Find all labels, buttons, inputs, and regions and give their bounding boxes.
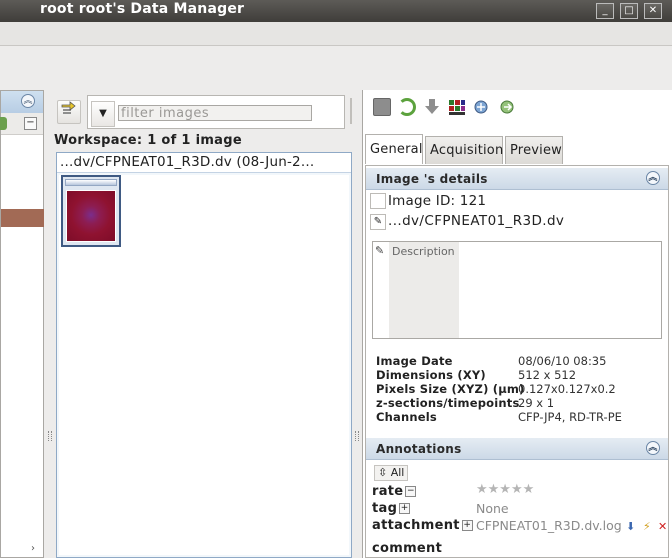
add-tag-icon[interactable]: +	[399, 503, 411, 514]
rate-label: rate	[372, 484, 404, 499]
edit-description-icon[interactable]: ✎	[375, 244, 384, 257]
tab-preview[interactable]: Preview	[505, 136, 563, 164]
sort-icon: ⇳	[378, 466, 388, 479]
metadata-row: Image Date 08/06/10 08:35	[376, 354, 607, 368]
tag-label: tag	[372, 501, 398, 516]
image-metadata-panel: General Acquisition Preview Image 's det…	[362, 90, 672, 558]
left-browser-panel: ︽ − ›	[0, 90, 44, 558]
thumbnail-titlebar	[65, 179, 117, 186]
left-panel-toolbar: −	[0, 113, 43, 135]
all-label: All	[390, 466, 405, 479]
collapse-icon[interactable]: ︽	[21, 94, 35, 108]
close-button[interactable]: ✕	[644, 3, 662, 19]
window-title: root root's Data Manager	[40, 1, 245, 17]
refresh-icon[interactable]	[398, 98, 416, 116]
attachment-file-link[interactable]: CFPNEAT01_R3D.dv.log	[476, 518, 622, 533]
comment-row: comment	[372, 541, 442, 556]
scroll-right-icon[interactable]: ›	[31, 543, 35, 554]
attachment-label: attachment	[372, 518, 460, 533]
metadata-row: Dimensions (XY) 512 x 512	[376, 368, 577, 382]
attachment-row: attachment +	[372, 518, 473, 533]
top-toolbar	[0, 22, 672, 46]
description-label: Description	[389, 242, 459, 338]
splitter-handle[interactable]	[355, 431, 359, 441]
image-thumbnail[interactable]	[61, 175, 121, 247]
analyse-icon[interactable]	[473, 98, 491, 116]
rating-stars[interactable]: ★★★★★	[476, 482, 534, 497]
show-all-button[interactable]: ⇳ All	[374, 465, 409, 481]
publish-icon[interactable]	[498, 98, 516, 116]
file-header: ...dv/CFPNEAT01_R3D.dv (08-Jun-2...	[57, 153, 351, 173]
save-icon[interactable]	[373, 98, 391, 116]
arrow-right-icon	[61, 101, 76, 114]
collapse-all-icon[interactable]: −	[24, 117, 37, 130]
general-tab-body: Image 's details ︽ Image ID: 121 ✎ ...dv…	[365, 165, 669, 558]
download-icon[interactable]	[423, 98, 441, 116]
channel-grid-icon[interactable]	[448, 98, 466, 116]
selected-tree-node[interactable]	[1, 209, 44, 227]
collapse-icon[interactable]: ︽	[646, 441, 660, 455]
remove-rating-icon[interactable]: −	[405, 486, 417, 497]
metadata-row: Pixels Size (XYZ) (µm) 0.127x0.127x0.2	[376, 382, 616, 396]
image-name: ...dv/CFPNEAT01_R3D.dv	[388, 213, 565, 229]
annotations-header[interactable]: Annotations ︽	[366, 438, 668, 460]
edit-name-icon[interactable]: ✎	[370, 214, 386, 230]
filter-dropdown[interactable]: ▼	[91, 101, 115, 127]
comment-label: comment	[372, 541, 443, 556]
toolbar-separator	[350, 98, 353, 124]
metadata-table: Image Date 08/06/10 08:35 Dimensions (XY)…	[376, 354, 666, 424]
refresh-icon[interactable]	[0, 117, 7, 130]
rate-row: rate −	[372, 484, 417, 499]
open-attachment-icon[interactable]: ⚡	[643, 520, 651, 533]
collapse-icon[interactable]: ︽	[646, 171, 660, 185]
maximize-button[interactable]: □	[620, 3, 638, 19]
workspace-label: Workspace: 1 of 1 image	[54, 133, 242, 148]
tab-acquisition[interactable]: Acquisition	[425, 136, 503, 164]
description-box[interactable]: ✎ Description	[372, 241, 662, 339]
image-details-header[interactable]: Image 's details ︽	[366, 168, 668, 190]
metadata-row: Channels CFP-JP4, RD-TR-PE	[376, 410, 622, 424]
minimize-button[interactable]: _	[596, 3, 614, 19]
image-browser[interactable]: ...dv/CFPNEAT01_R3D.dv (08-Jun-2...	[56, 152, 352, 558]
metadata-toolbar	[363, 90, 672, 126]
thumbnail-grid	[59, 175, 349, 555]
add-attachment-icon[interactable]: +	[461, 520, 473, 531]
tag-row: tag +	[372, 501, 411, 516]
window-titlebar: root root's Data Manager _ □ ✕	[0, 0, 672, 22]
image-id-label: Image ID: 121	[388, 193, 487, 209]
filter-bar: ▼ filter images	[53, 92, 353, 129]
tag-value: None	[476, 501, 509, 516]
checkbox[interactable]	[370, 193, 386, 209]
sort-images-button[interactable]	[57, 100, 81, 124]
tab-general[interactable]: General	[365, 134, 423, 164]
filter-images-input[interactable]: filter images	[118, 105, 312, 121]
image-details-title: Image 's details	[376, 172, 488, 186]
annotations-title: Annotations	[376, 442, 462, 456]
thumbnail-image	[66, 190, 116, 242]
splitter-handle[interactable]	[48, 431, 52, 441]
left-panel-header: ︽	[1, 91, 43, 113]
filter-container: ▼ filter images	[87, 95, 345, 129]
metadata-row: z-sections/timepoints 29 x 1	[376, 396, 555, 410]
download-attachment-icon[interactable]: ⬇	[626, 520, 635, 533]
delete-attachment-icon[interactable]: ✕	[658, 520, 667, 533]
